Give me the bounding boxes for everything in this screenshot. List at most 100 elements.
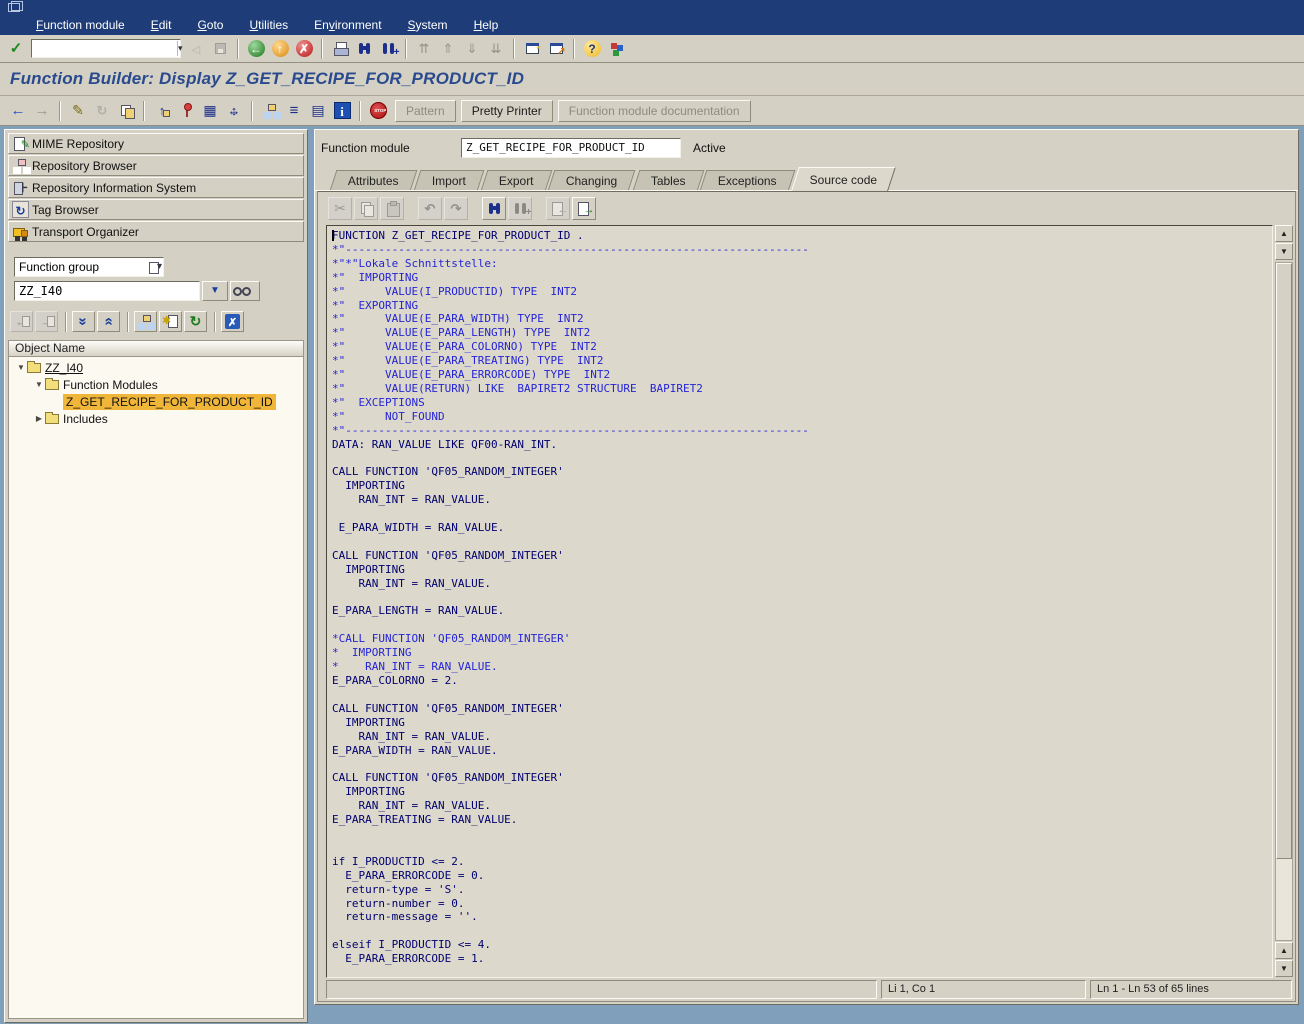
code-line xyxy=(332,535,1272,549)
exit-icon xyxy=(272,40,289,57)
pgfirst-button xyxy=(412,38,436,60)
title-bar: Function Builder: Display Z_GET_RECIPE_F… xyxy=(0,63,1304,96)
scroll-up-icon[interactable]: ▲ xyxy=(1275,225,1293,242)
command-history-icon[interactable]: ▾ xyxy=(177,41,183,56)
menu-item-environment[interactable]: Environment xyxy=(314,18,381,32)
fwdb-icon xyxy=(34,102,51,119)
navf-button xyxy=(35,311,58,332)
scroll-page-up-icon[interactable]: ▲ xyxy=(1275,942,1293,959)
stop-button[interactable] xyxy=(366,100,390,122)
list-icon xyxy=(310,102,327,119)
function-group-input[interactable] xyxy=(14,281,200,301)
find-button[interactable] xyxy=(352,38,376,60)
help-button[interactable] xyxy=(580,38,604,60)
tab-import[interactable]: Import xyxy=(413,170,484,191)
collapse-icon xyxy=(100,313,117,330)
find-icon xyxy=(356,40,373,57)
tree-node-zz_i40[interactable]: ▼ ZZ_I40 xyxy=(9,359,303,376)
tree-node-label: ZZ_I40 xyxy=(45,361,83,375)
source-code-tab-panel: FUNCTION Z_GET_RECIPE_FOR_PRODUCT_ID .*"… xyxy=(317,191,1296,1002)
cancel-icon xyxy=(296,40,313,57)
function-module-value[interactable]: Z_GET_RECIPE_FOR_PRODUCT_ID xyxy=(461,138,681,158)
expand-node-icon[interactable]: ▶ xyxy=(33,414,45,423)
menu-item-help[interactable]: Help xyxy=(474,18,499,32)
menu-item-goto[interactable]: Goto xyxy=(197,18,223,32)
menu-item-system[interactable]: System xyxy=(408,18,448,32)
object-type-combo[interactable]: Function group xyxy=(14,257,164,277)
code-editor[interactable]: FUNCTION Z_GET_RECIPE_FOR_PRODUCT_ID .*"… xyxy=(326,225,1273,978)
export-button[interactable] xyxy=(572,197,596,220)
scrollbar-thumb[interactable] xyxy=(1276,263,1292,859)
move-button[interactable] xyxy=(222,100,246,122)
menu-item-edit[interactable]: Edit xyxy=(151,18,172,32)
tree-node-label: Includes xyxy=(63,412,108,426)
refresh-button[interactable] xyxy=(184,311,207,332)
pretty-printer-button[interactable]: Pretty Printer xyxy=(461,100,553,122)
stack-button[interactable] xyxy=(282,100,306,122)
stardoc-button[interactable] xyxy=(159,311,182,332)
tab-export[interactable]: Export xyxy=(480,170,552,191)
tab-attributes[interactable]: Attributes xyxy=(330,170,418,191)
tree-node-z_get_recipe_for_product_id[interactable]: Z_GET_RECIPE_FOR_PRODUCT_ID xyxy=(9,393,303,410)
tab-source-code[interactable]: Source code xyxy=(791,167,896,191)
upboxes-button[interactable] xyxy=(150,100,174,122)
newsession-button[interactable]: * xyxy=(520,38,544,60)
tab-tables[interactable]: Tables xyxy=(632,170,704,191)
find-button[interactable] xyxy=(482,197,506,220)
code-line: *"--------------------------------------… xyxy=(332,243,1272,257)
navleft-button xyxy=(184,38,208,60)
shortcut-button[interactable]: ↗ xyxy=(544,38,568,60)
grid-button[interactable] xyxy=(198,100,222,122)
scrollbar-track[interactable] xyxy=(1275,262,1293,941)
code-line: E_PARA_LENGTH = RAN_VALUE. xyxy=(332,604,1272,618)
findnext-button[interactable] xyxy=(376,38,400,60)
sidebar-item-repository-browser[interactable]: Repository Browser xyxy=(8,155,304,176)
expand-button[interactable] xyxy=(72,311,95,332)
code-line: *" EXPORTING xyxy=(332,299,1272,313)
exit-button[interactable] xyxy=(268,38,292,60)
hier-button[interactable] xyxy=(134,311,157,332)
tab-changing[interactable]: Changing xyxy=(548,170,636,191)
code-line xyxy=(332,507,1272,521)
sidebar-item-repository-infosystem[interactable]: Repository Information System xyxy=(8,177,304,198)
info-button[interactable] xyxy=(330,100,354,122)
menu-item-utilities[interactable]: Utilities xyxy=(249,18,288,32)
cancel-button[interactable] xyxy=(292,38,316,60)
custom-button[interactable] xyxy=(604,38,628,60)
dropdown-button[interactable]: ▼ xyxy=(202,281,228,301)
sidebar-item-transport-organizer[interactable]: Transport Organizer xyxy=(8,221,304,242)
window-icon[interactable] xyxy=(8,3,20,12)
tree-node-includes[interactable]: ▶ Includes xyxy=(9,410,303,427)
pattern-button: Pattern xyxy=(395,100,456,122)
code-line: FUNCTION Z_GET_RECIPE_FOR_PRODUCT_ID . xyxy=(332,229,1272,243)
cut-button xyxy=(328,197,352,220)
collapse-node-icon[interactable]: ▼ xyxy=(15,363,27,372)
menu-item-function-module[interactable]: Function module xyxy=(36,18,125,32)
command-field[interactable]: ▾ xyxy=(31,39,181,58)
find-icon xyxy=(486,200,503,217)
code-line xyxy=(332,757,1272,771)
back-button[interactable] xyxy=(244,38,268,60)
tab-exceptions[interactable]: Exceptions xyxy=(700,170,796,191)
hier-button[interactable] xyxy=(258,100,282,122)
navleft-icon xyxy=(188,40,205,57)
list-button[interactable] xyxy=(306,100,330,122)
closex-button[interactable] xyxy=(221,311,244,332)
backb-button[interactable] xyxy=(6,100,30,122)
tree-node-function modules[interactable]: ▼Function Modules xyxy=(9,376,303,393)
copyobj-button[interactable] xyxy=(114,100,138,122)
scroll-down-icon[interactable]: ▼ xyxy=(1275,243,1293,260)
sidebar-item-tag-browser[interactable]: Tag Browser xyxy=(8,199,304,220)
sidebar-item-mime-repository[interactable]: MIME Repository xyxy=(8,133,304,154)
display-button[interactable] xyxy=(230,281,260,301)
print-button[interactable] xyxy=(328,38,352,60)
command-input[interactable] xyxy=(32,43,177,55)
collapse-button[interactable] xyxy=(97,311,120,332)
pencil-button[interactable] xyxy=(66,100,90,122)
collapse-node-icon[interactable]: ▼ xyxy=(33,380,45,389)
enter-button[interactable] xyxy=(4,38,28,60)
paste-icon xyxy=(384,200,401,217)
pin-button[interactable] xyxy=(174,100,198,122)
scroll-page-down-icon[interactable]: ▼ xyxy=(1275,960,1293,977)
code-line xyxy=(332,618,1272,632)
